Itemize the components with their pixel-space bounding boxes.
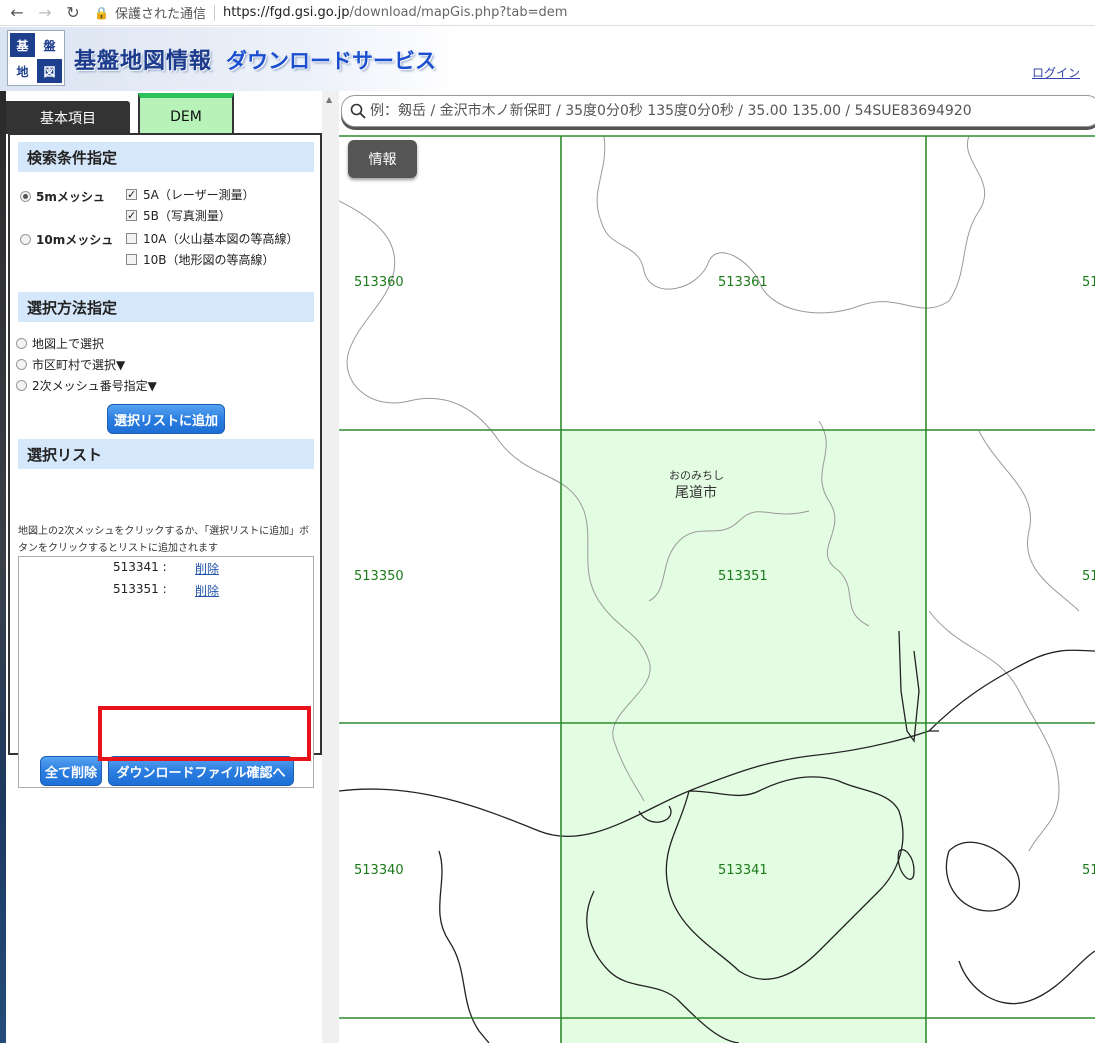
option-5a[interactable]: ✓ 5A（レーザー測量） [126,186,255,203]
forward-icon[interactable]: → [34,2,56,24]
map-view[interactable]: 情報 513360 513361 513350 513351 513340 51… [339,91,1095,1043]
selection-method-heading: 選択方法指定 [18,292,314,322]
map-search-bar[interactable] [341,95,1095,127]
option-10b-label: 10B（地形図の等高線） [143,253,275,267]
radio-method-municipality[interactable] [16,359,27,370]
address-bar[interactable]: https://fgd.gsi.go.jp/download/mapGis.ph… [223,5,567,20]
method-municipality-label: 市区町村で選択▼ [32,358,126,372]
option-5b[interactable]: ✓ 5B（写真測量） [126,207,231,224]
lock-icon: 🔒 [94,5,109,20]
site-logo[interactable]: 基 盤 地 図 [7,30,65,86]
method-map-label: 地図上で選択 [32,337,105,351]
sidebar-scrollbar[interactable]: ▲ [322,91,339,1043]
address-separator [213,4,215,21]
url-host: https://fgd.gsi.go.jp [222,5,350,20]
selection-list-note: 地図上の2次メッシュをクリックするか、「選択リストに追加」ボタンをクリックすると… [18,526,310,554]
option-10a[interactable]: 10A（火山基本図の等高線） [126,230,298,247]
radio-10m[interactable] [20,234,31,245]
mesh-10m-radio[interactable]: 10mメッシュ [20,231,113,248]
option-5a-label: 5A（レーザー測量） [143,188,255,202]
mesh-10m-label: 10mメッシュ [36,233,114,247]
list-item-code: 513341 : [113,560,167,574]
mesh-label-partial: 51 [1082,863,1095,878]
method-map[interactable]: 地図上で選択 [16,335,104,352]
clear-all-button[interactable]: 全て削除 [40,756,102,786]
search-icon[interactable] [350,103,366,119]
info-button[interactable]: 情報 [348,140,417,178]
list-item: 513351 : 削除 [19,579,313,601]
city-ruby: おのみちし [669,469,724,482]
mesh-label-513360: 513360 [354,275,404,290]
dem-panel: 検索条件指定 5mメッシュ ✓ 5A（レーザー測量） ✓ 5B（写真測量） 10… [8,133,322,788]
selected-mesh-fill [561,430,926,1043]
mesh-label-513341: 513341 [718,863,768,878]
add-to-list-button[interactable]: 選択リストに追加 [107,404,225,434]
radio-5m[interactable] [20,191,31,202]
city-name: 尾道市 [675,485,717,501]
delete-link[interactable]: 削除 [195,560,219,577]
mesh-label-513351: 513351 [718,569,768,584]
browser-toolbar: ← → ↻ 🔒 保護された通信 https://fgd.gsi.go.jp/do… [0,0,1095,26]
logo-char: 図 [37,59,62,83]
search-conditions-heading: 検索条件指定 [18,142,314,172]
list-item-code: 513351 : [113,582,167,596]
login-link[interactable]: ログイン [1032,64,1080,81]
sidebar: 基本項目 DEM 検索条件指定 5mメッシュ ✓ 5A（レーザー測量） ✓ 5B… [6,91,322,1043]
delete-link[interactable]: 削除 [195,582,219,599]
mesh-label-513350: 513350 [354,569,404,584]
map-canvas[interactable] [339,91,1095,1043]
mesh-label-partial: 51 [1082,275,1095,290]
option-5b-label: 5B（写真測量） [143,209,231,223]
mesh-label-partial: 51 [1082,569,1095,584]
site-title: 基盤地図情報 [74,49,213,74]
site-subtitle: ダウンロードサービス [226,49,436,73]
logo-char: 地 [16,64,29,79]
logo-char: 基 [10,33,35,57]
list-item: 513341 : 削除 [19,557,313,579]
map-search-input[interactable] [370,103,1070,119]
method-mesh-number-label: 2次メッシュ番号指定▼ [32,379,157,393]
mesh-label-513361: 513361 [718,275,768,290]
highlight-annotation [98,706,311,761]
checkbox-10b[interactable] [126,254,137,265]
mesh-5m-radio[interactable]: 5mメッシュ [20,188,105,205]
checkbox-5a[interactable]: ✓ [126,189,137,200]
tab-basic[interactable]: 基本項目 [6,101,130,134]
selection-list-heading: 選択リスト [18,439,314,469]
url-path: /download/mapGis.php?tab=dem [349,5,568,20]
site-header: 基 盤 地 図 基盤地図情報 ダウンロードサービス ログイン [0,27,1095,91]
option-10b[interactable]: 10B（地形図の等高線） [126,251,275,268]
radio-method-mesh-number[interactable] [16,380,27,391]
mesh-5m-label: 5mメッシュ [36,190,105,204]
secure-label: 保護された通信 [114,7,206,22]
back-icon[interactable]: ← [6,2,28,24]
scroll-up-icon[interactable]: ▲ [326,95,332,104]
logo-char: 盤 [43,38,56,53]
checkbox-5b[interactable]: ✓ [126,210,137,221]
method-mesh-number[interactable]: 2次メッシュ番号指定▼ [16,377,157,394]
checkbox-10a[interactable] [126,233,137,244]
tab-dem[interactable]: DEM [138,93,234,135]
method-municipality[interactable]: 市区町村で選択▼ [16,356,125,373]
radio-method-map[interactable] [16,338,27,349]
option-10a-label: 10A（火山基本図の等高線） [143,232,299,246]
mesh-label-513340: 513340 [354,863,404,878]
reload-icon[interactable]: ↻ [62,2,84,24]
